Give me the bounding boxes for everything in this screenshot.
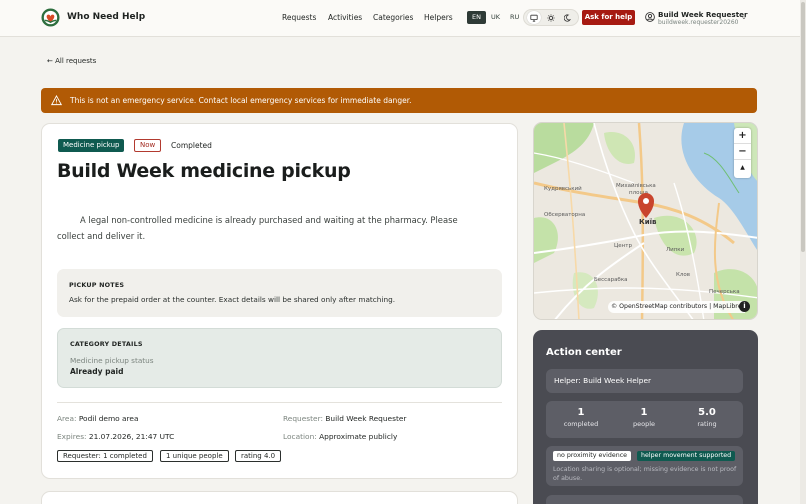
brand-name[interactable]: Who Need Help	[67, 12, 145, 22]
lang-en[interactable]: EN	[467, 11, 486, 24]
user-icon[interactable]	[645, 12, 655, 22]
user-email[interactable]: buildweek.requester20260...	[658, 19, 738, 26]
ask-for-help-button[interactable]: Ask for help	[582, 10, 635, 25]
request-card: Medicine pickup Now Completed Build Week…	[41, 123, 518, 479]
proximity-box: no proximity evidence helper movement su…	[546, 446, 743, 486]
nav-categories[interactable]: Categories	[373, 13, 413, 22]
category-detail-label: Medicine pickup status	[70, 356, 154, 365]
logo-icon[interactable]	[41, 8, 60, 27]
theme-switcher	[523, 9, 579, 26]
pickup-notes-text: Ask for the prepaid order at the counter…	[69, 295, 396, 304]
divider	[57, 402, 502, 403]
top-bar: Who Need Help Requests Activities Catego…	[0, 0, 806, 37]
request-map[interactable]: Кудрявський Михайлівська площа Обсервато…	[533, 122, 758, 320]
language-switcher: EN UK RU	[467, 11, 524, 24]
lang-uk[interactable]: UK	[486, 11, 505, 24]
helper-stats: 1 completed 1 people 5.0 rating	[546, 401, 743, 438]
map-label-mykhailivska: Михайлівська	[616, 182, 656, 189]
pickup-notes-heading: PICKUP NOTES	[69, 281, 125, 289]
map-zoom-controls: + − ▲	[734, 128, 751, 178]
moon-icon[interactable]	[561, 11, 575, 24]
user-name[interactable]: Build Week Requester	[658, 10, 748, 19]
map-label-klov: Клов	[676, 272, 690, 278]
action-center-title: Action center	[546, 347, 622, 358]
movement-tag: helper movement supported	[637, 451, 736, 461]
map-label-lypky: Липки	[666, 247, 685, 253]
category-badge: Medicine pickup	[58, 139, 125, 152]
stat-rating: 5.0 rating	[697, 407, 717, 428]
page-scrollbar[interactable]	[800, 0, 806, 504]
urgency-badge: Now	[134, 139, 162, 152]
next-card	[41, 491, 518, 504]
stat-people: 1 people	[632, 407, 656, 428]
map-label-bessarabka: Бессарабка	[594, 277, 628, 283]
zoom-out-button[interactable]: −	[734, 144, 751, 160]
unique-people-pill: 1 unique people	[160, 450, 229, 462]
category-detail-value: Already paid	[70, 367, 124, 376]
rating-pill: rating 4.0	[235, 450, 282, 462]
map-label-observatorna: Обсерваторна	[544, 212, 585, 218]
category-details-box: CATEGORY DETAILS Medicine pickup status …	[57, 328, 502, 388]
requester-meta: Requester: Build Week Requester	[283, 414, 407, 423]
emergency-alert-banner: This is not an emergency service. Contac…	[41, 88, 757, 113]
nav-requests[interactable]: Requests	[282, 13, 316, 22]
map-label-kyiv: Київ	[639, 218, 657, 226]
location-meta: Location: Approximate publicly	[283, 432, 398, 441]
reset-bearing-icon[interactable]: ▲	[734, 160, 751, 176]
info-icon[interactable]: i	[739, 301, 750, 312]
expires-meta: Expires: 21.07.2026, 21:47 UTC	[57, 432, 175, 441]
category-details-heading: CATEGORY DETAILS	[70, 340, 143, 348]
proximity-tag: no proximity evidence	[553, 451, 632, 461]
map-label-pecherska: Печерська	[709, 289, 740, 295]
helper-name: Helper: Build Week Helper	[546, 369, 743, 393]
pickup-notes-box: PICKUP NOTES Ask for the prepaid order a…	[57, 269, 502, 317]
zoom-in-button[interactable]: +	[734, 128, 751, 144]
proximity-note: Location sharing is optional; missing ev…	[553, 466, 737, 482]
map-canvas[interactable]: Кудрявський Михайлівська площа Обсервато…	[534, 123, 758, 320]
nav-helpers[interactable]: Helpers	[424, 13, 453, 22]
action-center: Action center Helper: Build Week Helper …	[533, 330, 758, 504]
scroll-thumb[interactable]	[801, 2, 805, 252]
map-label-tsentr: Центр	[614, 243, 632, 249]
warning-icon	[51, 95, 62, 106]
lang-ru[interactable]: RU	[505, 11, 524, 24]
chevron-down-icon[interactable]: ⌄	[741, 13, 747, 21]
sun-icon[interactable]	[544, 11, 558, 24]
request-description: A legal non-controlled medicine is alrea…	[57, 215, 458, 241]
request-title: Build Week medicine pickup	[57, 160, 351, 182]
map-label-kudriavskyi: Кудрявський	[544, 185, 582, 192]
alert-text: This is not an emergency service. Contac…	[70, 96, 412, 105]
requester-completed-pill: Requester: 1 completed	[57, 450, 153, 462]
stat-completed: 1 completed	[563, 407, 599, 428]
map-attribution[interactable]: © OpenStreetMap contributors | MapLibre	[608, 301, 745, 313]
back-to-requests-link[interactable]: ← All requests	[47, 57, 96, 65]
status-text: Completed	[171, 141, 212, 150]
nav-activities[interactable]: Activities	[328, 13, 362, 22]
next-action-panel	[546, 495, 743, 504]
monitor-icon[interactable]	[527, 11, 542, 24]
area-meta: Area: Podil demo area	[57, 414, 139, 423]
